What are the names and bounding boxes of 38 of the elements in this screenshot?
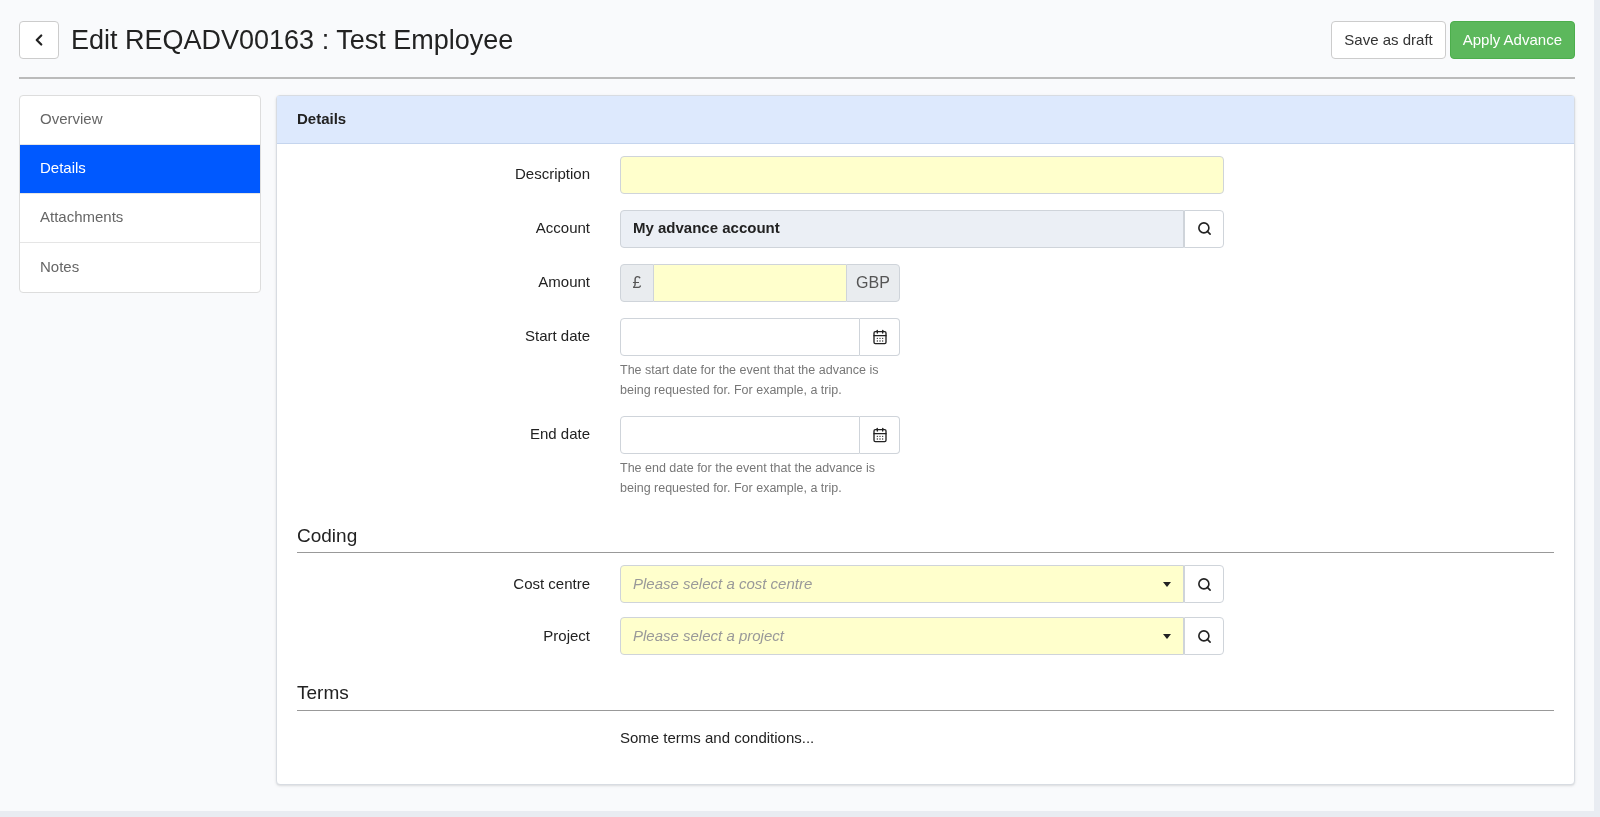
date-field[interactable] — [620, 317, 860, 356]
sidebar-item[interactable]: Notes — [20, 242, 260, 292]
calendar-button[interactable] — [860, 317, 900, 356]
sidebar-item[interactable]: Details — [20, 144, 260, 194]
terms-text: Some terms and conditions... — [620, 727, 816, 748]
currency-suffix: GBP — [846, 263, 900, 302]
search-icon — [1196, 576, 1212, 592]
field-label: Description — [513, 164, 590, 185]
search-button[interactable] — [1184, 617, 1224, 655]
section-title: Coding — [297, 523, 359, 548]
text-field[interactable] — [620, 155, 1224, 194]
caret-icon — [1163, 581, 1171, 587]
field-label: Project — [542, 625, 590, 646]
amount-field[interactable] — [654, 263, 846, 302]
sidebar-item[interactable]: Overview — [20, 95, 260, 145]
draft-button[interactable]: Save as draft — [1331, 21, 1446, 60]
caret-icon — [1163, 633, 1171, 639]
page-title: Edit REQADV00163 : Test Employee — [71, 24, 514, 57]
section-title: Terms — [297, 681, 350, 705]
search-button[interactable] — [1184, 565, 1224, 603]
sidebar-item[interactable]: Attachments — [20, 193, 260, 243]
field-label: End date — [528, 424, 590, 445]
calendar-button[interactable] — [860, 415, 900, 454]
field-label: Amount — [537, 272, 590, 293]
search-button[interactable] — [1184, 209, 1224, 248]
field-label: Cost centre — [512, 573, 590, 594]
panel-title: Details — [297, 108, 347, 129]
field-label: Account — [534, 218, 590, 239]
search-icon — [1196, 221, 1212, 236]
calendar-icon — [871, 426, 888, 443]
currency-prefix: £ — [620, 263, 654, 302]
calendar-icon — [871, 328, 888, 345]
search-icon — [1196, 628, 1212, 644]
field-label: Start date — [523, 326, 590, 347]
date-field[interactable] — [620, 415, 860, 454]
help-text: The end date for the event that the advance is being requested for. For example, a trip. — [620, 459, 877, 497]
account-field[interactable]: My advance account — [620, 209, 1184, 248]
help-text: The start date for the event that the advance is being requested for. For example, a trip. — [620, 361, 880, 399]
